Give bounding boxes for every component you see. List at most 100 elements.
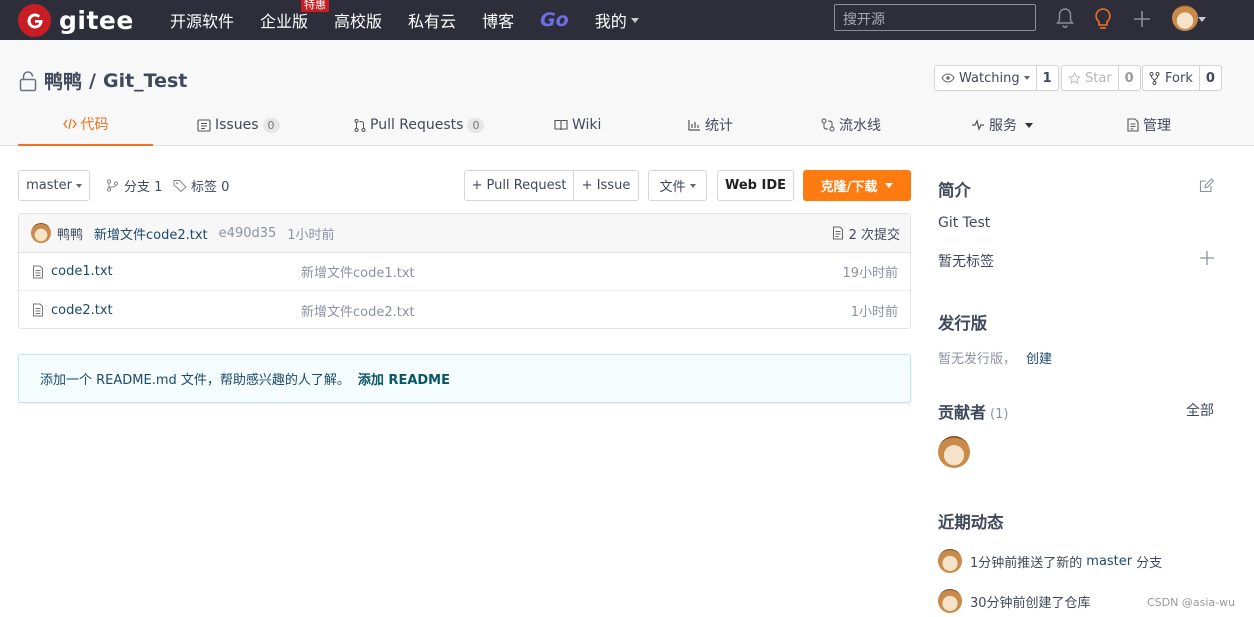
all-contributors-link[interactable]: 全部 <box>1186 400 1214 420</box>
nav-private-cloud[interactable]: 私有云 <box>408 0 456 40</box>
tab-code-label: 代码 <box>80 117 109 133</box>
chevron-down-icon <box>630 17 639 23</box>
issues-icon <box>197 118 211 132</box>
activity-title: 近期动态 <box>938 513 1004 532</box>
file-menu-button[interactable]: 文件 <box>648 170 707 201</box>
nav-mine[interactable]: 我的 <box>595 0 639 40</box>
tab-code[interactable]: 代码 <box>18 104 153 146</box>
file-commit-message[interactable]: 新增文件code1.txt <box>301 262 415 281</box>
star-button[interactable]: Star <box>1062 66 1119 90</box>
readme-notice: 添加一个 README.md 文件，帮助感兴趣的人了解。 添加 README <box>18 354 911 403</box>
search-input[interactable]: 搜开源 <box>834 4 1036 31</box>
tab-stats[interactable]: 统计 <box>688 104 733 146</box>
activity-branch-link[interactable]: master <box>1086 554 1132 569</box>
top-navbar: gitee 开源软件 企业版 特惠 高校版 私有云 博客 Go 我的 搜开源 <box>0 0 1254 40</box>
pull-request-icon <box>354 118 366 132</box>
commits-icon <box>832 226 843 240</box>
nav-enterprise[interactable]: 企业版 特惠 <box>260 0 330 40</box>
bar-chart-icon <box>688 119 701 131</box>
watch-count[interactable]: 1 <box>1037 66 1058 90</box>
readme-notice-text: 添加一个 README.md 文件，帮助感兴趣的人了解。 <box>40 373 350 388</box>
file-chevron-down-icon <box>689 183 696 188</box>
fork-label: Fork <box>1165 70 1193 86</box>
nav-edu[interactable]: 高校版 <box>334 0 382 40</box>
repo-path-separator: / <box>89 69 96 92</box>
avatar-chevron-down-icon[interactable] <box>1198 17 1206 22</box>
file-commit-message[interactable]: 新增文件code2.txt <box>301 301 415 320</box>
manage-icon <box>1126 118 1139 132</box>
clone-chevron-down-icon <box>885 183 894 188</box>
bell-icon[interactable] <box>1055 7 1075 29</box>
activity-avatar[interactable] <box>938 589 962 613</box>
file-row: code2.txt 新增文件code2.txt 1小时前 <box>19 291 910 329</box>
activity-suffix: 分支 <box>1136 555 1163 571</box>
commit-message[interactable]: 新增文件code2.txt <box>94 224 208 243</box>
commits-count-link[interactable]: 2 次提交 <box>832 224 900 243</box>
lightbulb-icon[interactable] <box>1093 7 1113 31</box>
tab-pipeline-label: 流水线 <box>839 118 881 134</box>
repo-tabs: 代码 Issues 0 Pull Requests 0 Wiki 统计 流水线 … <box>18 104 1236 146</box>
csdn-watermark: CSDN @asia-wu <box>1147 596 1236 609</box>
file-name[interactable]: code1.txt <box>51 264 113 279</box>
file-time: 1小时前 <box>850 304 898 320</box>
new-issue-button[interactable]: + Issue <box>573 170 639 201</box>
tab-wiki[interactable]: Wiki <box>554 104 601 146</box>
commit-author-avatar[interactable] <box>31 223 51 243</box>
tab-issues[interactable]: Issues 0 <box>197 104 280 146</box>
branches-link[interactable]: 分支 1 <box>106 170 162 201</box>
issues-count-badge: 0 <box>262 117 280 133</box>
clone-download-button[interactable]: 克隆/下载 <box>803 170 911 201</box>
contributors-title: 贡献者 <box>938 403 987 422</box>
activity-text: 30分钟前创建了仓库 <box>970 595 1091 611</box>
activity-item: 1分钟前推送了新的 master 分支 <box>938 549 1162 573</box>
repo-description: Git Test <box>938 215 991 231</box>
book-icon <box>554 119 568 131</box>
release-info: 暂无发行版， 创建 <box>938 348 1052 367</box>
tags-label: 标签 0 <box>191 180 230 195</box>
file-name[interactable]: code2.txt <box>51 303 113 318</box>
new-pull-request-button[interactable]: + Pull Request <box>464 170 574 201</box>
file-icon <box>33 265 43 278</box>
code-icon <box>62 118 77 130</box>
watch-button[interactable]: Watching <box>935 66 1037 90</box>
tab-services[interactable]: 服务 <box>971 104 1033 146</box>
file-icon <box>33 303 43 317</box>
repo-name-link[interactable]: Git_Test <box>103 70 187 92</box>
branch-select[interactable]: master <box>18 170 90 201</box>
nav-opensource[interactable]: 开源软件 <box>170 0 234 40</box>
tab-pull-requests-label: Pull Requests <box>370 117 464 133</box>
activity-avatar[interactable] <box>938 549 962 573</box>
watch-button-group: Watching 1 <box>934 65 1059 91</box>
edit-icon[interactable] <box>1199 178 1214 193</box>
repo-header: 鸭鸭 / Git_Test Watching 1 Star 0 Fork 0 代… <box>0 40 1254 146</box>
fork-button-group: Fork 0 <box>1142 65 1222 91</box>
release-title: 发行版 <box>938 314 988 333</box>
contributors-count: (1) <box>990 407 1009 422</box>
tab-issues-label: Issues <box>215 117 259 133</box>
create-release-link[interactable]: 创建 <box>1026 348 1052 367</box>
repo-owner-link[interactable]: 鸭鸭 <box>44 67 82 94</box>
commit-hash[interactable]: e490d35 <box>219 226 277 241</box>
activity-text: 1分钟前推送了新的 <box>970 555 1083 571</box>
tab-manage[interactable]: 管理 <box>1126 104 1171 146</box>
plus-icon[interactable] <box>1132 9 1152 29</box>
tab-pull-requests[interactable]: Pull Requests 0 <box>354 104 485 146</box>
add-readme-link[interactable]: 添加 README <box>358 369 450 388</box>
star-count[interactable]: 0 <box>1119 66 1140 90</box>
tags-link[interactable]: 标签 0 <box>173 170 229 201</box>
commit-author[interactable]: 鸭鸭 <box>57 224 83 243</box>
contributor-avatar[interactable] <box>938 436 970 468</box>
fork-count[interactable]: 0 <box>1200 66 1221 90</box>
add-tag-plus-icon[interactable] <box>1200 251 1214 265</box>
tab-stats-label: 统计 <box>705 118 733 134</box>
file-row: code1.txt 新增文件code1.txt 19小时前 <box>19 253 910 291</box>
nav-go[interactable]: Go <box>540 0 569 40</box>
nav-blog[interactable]: 博客 <box>482 0 514 40</box>
gitee-logo[interactable]: gitee <box>18 4 134 37</box>
intro-title: 简介 <box>938 181 971 200</box>
commit-time: 1小时前 <box>287 227 335 243</box>
web-ide-button[interactable]: Web IDE <box>717 170 794 201</box>
user-avatar[interactable] <box>1172 5 1198 31</box>
fork-button[interactable]: Fork <box>1143 66 1200 90</box>
tab-pipeline[interactable]: 流水线 <box>821 104 881 146</box>
